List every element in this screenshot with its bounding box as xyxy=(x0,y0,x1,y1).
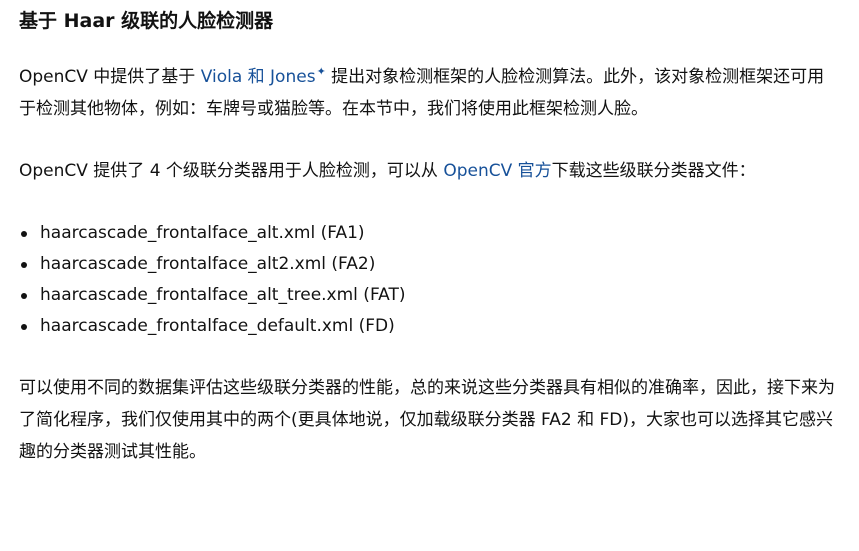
opencv-official-link[interactable]: OpenCV 官方 xyxy=(443,161,551,181)
classifier-text-prefix: OpenCV 提供了 4 个级联分类器用于人脸检测，可以从 xyxy=(19,161,444,181)
list-item-text: haarcascade_frontalface_alt2.xml (FA2) xyxy=(40,254,376,274)
list-item: haarcascade_frontalface_alt_tree.xml (FA… xyxy=(19,280,839,311)
intro-paragraph: OpenCV 中提供了基于 Viola 和 Jones✦ 提出对象检测框架的人脸… xyxy=(19,61,839,125)
viola-jones-link-text[interactable]: Viola 和 Jones xyxy=(201,67,316,87)
list-item: haarcascade_frontalface_alt2.xml (FA2) xyxy=(19,249,839,280)
classifier-text-suffix: 下载这些级联分类器文件： xyxy=(551,161,756,181)
intro-text-prefix: OpenCV 中提供了基于 xyxy=(19,67,201,87)
list-item: haarcascade_frontalface_alt.xml (FA1) xyxy=(19,218,839,249)
list-item-text: haarcascade_frontalface_alt_tree.xml (FA… xyxy=(40,285,406,305)
bullet-icon xyxy=(21,231,27,237)
list-item-text: haarcascade_frontalface_default.xml (FD) xyxy=(40,316,395,336)
bullet-icon xyxy=(21,324,27,330)
viola-jones-link[interactable]: Viola 和 Jones✦ xyxy=(201,66,326,87)
classifier-file-list: haarcascade_frontalface_alt.xml (FA1) ha… xyxy=(19,218,839,342)
classifier-intro-paragraph: OpenCV 提供了 4 个级联分类器用于人脸检测，可以从 OpenCV 官方下… xyxy=(19,155,839,187)
evaluation-paragraph: 可以使用不同的数据集评估这些级联分类器的性能，总的来说这些分类器具有相似的准确率… xyxy=(19,378,835,462)
section-heading: 基于 Haar 级联的人脸检测器 xyxy=(19,10,274,32)
list-item-text: haarcascade_frontalface_alt.xml (FA1) xyxy=(40,223,365,243)
list-item: haarcascade_frontalface_default.xml (FD) xyxy=(19,311,839,342)
bullet-icon xyxy=(21,293,27,299)
bullet-icon xyxy=(21,262,27,268)
article-body: 基于 Haar 级联的人脸检测器 OpenCV 中提供了基于 Viola 和 J… xyxy=(0,0,859,551)
